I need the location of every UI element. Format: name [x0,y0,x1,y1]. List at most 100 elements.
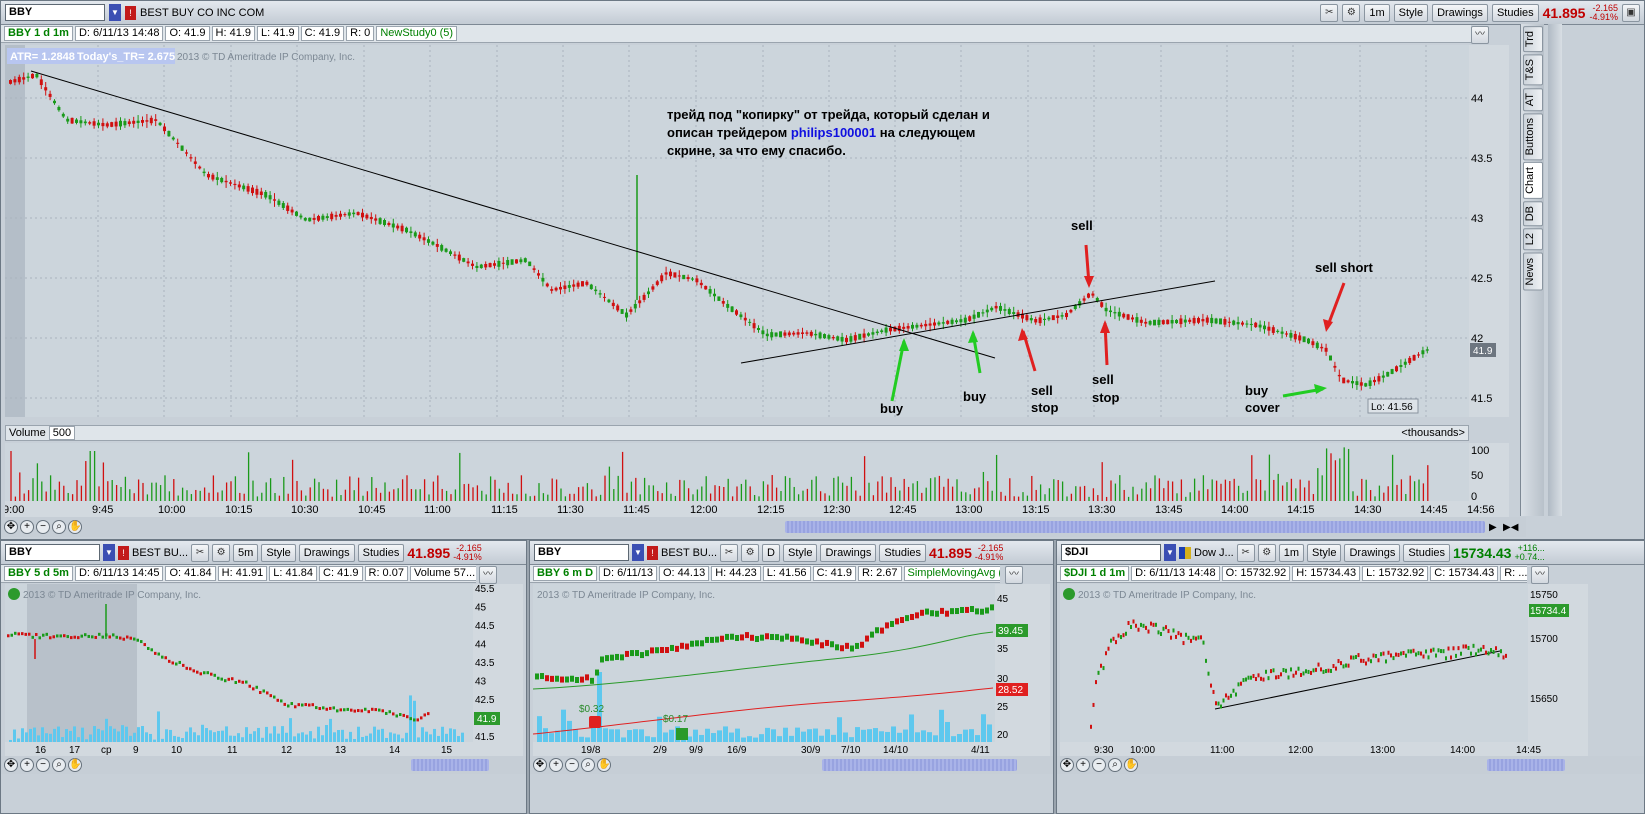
sub2-style-button[interactable]: Style [783,543,818,562]
sub2-pan-icon[interactable]: ✥ [533,758,547,772]
window-menu-icon[interactable]: ▣ [1622,3,1640,22]
sub3-style-button[interactable]: Style [1307,543,1342,562]
sub1-volume-bar [289,718,292,742]
alert-flag-icon[interactable]: ! [125,5,136,20]
candle-body [251,187,254,194]
drawings-button[interactable]: Drawings [1432,3,1488,22]
sub3-zoom-out-icon[interactable]: − [1092,758,1106,772]
study-label[interactable]: NewStudy0 (5) [376,26,458,41]
sub2-zoom-in-icon[interactable]: + [549,758,563,772]
sub3-trendline[interactable] [1214,650,1501,710]
sub3-magnifier-icon[interactable]: ⌕ [1108,758,1122,772]
sub1-drawings-button[interactable]: Drawings [298,543,355,562]
candle-body [66,118,70,122]
sub1-zoom-in-icon[interactable]: + [20,758,34,772]
sidebar-tab-db[interactable]: DB [1523,200,1543,227]
sub1-tools-icon[interactable]: ✂ [191,543,210,562]
timeframe-button[interactable]: 1m [1364,3,1390,22]
studies-button[interactable]: Studies [1491,3,1539,22]
sub1-symbol-input[interactable]: BBY [5,544,100,561]
hand-icon[interactable]: ✋ [68,520,82,534]
sidebar-tab-at[interactable]: AT [1523,87,1543,111]
sub2-studies-button[interactable]: Studies [879,543,927,562]
sub3-zoom-in-icon[interactable]: + [1076,758,1090,772]
sub2-flag-icon[interactable]: ! [647,545,658,560]
sub1-flag-icon[interactable]: ! [118,545,129,560]
sidebar-scroll[interactable] [1548,24,1562,516]
sub3-scrollbar-thumb[interactable] [1487,759,1565,771]
sub3-candle [1175,634,1177,639]
sub1-timeframe-button[interactable]: 5m [233,543,259,562]
magnifier-icon[interactable]: ⌕ [52,520,66,534]
sub3-timeframe-button[interactable]: 1m [1278,543,1305,562]
zoom-in-icon[interactable]: + [20,520,34,534]
sub1-pan-icon[interactable]: ✥ [4,758,18,772]
sub1-candle [87,634,90,638]
sub3-candle [1320,667,1322,672]
sidebar-tab-chart[interactable]: Chart [1523,162,1543,199]
scroll-right-icon[interactable]: ▶ [1489,522,1497,533]
sub3-tools-icon[interactable]: ✂ [1236,543,1255,562]
tools-icon[interactable]: ✂ [1320,3,1339,22]
sub1-style-button[interactable]: Style [261,543,296,562]
sub2-study-label[interactable]: SimpleMovingAvg (... [903,566,1000,581]
sub1-wrench-icon[interactable]: ⚙ [212,543,231,562]
sub3-studies-button[interactable]: Studies [1403,543,1451,562]
sub2-magnifier-icon[interactable]: ⌕ [581,758,595,772]
candle-body [39,79,43,86]
sub3-pan-icon[interactable]: ✥ [1060,758,1074,772]
sub3-drawings-button[interactable]: Drawings [1344,543,1401,562]
sub2-symbol-input[interactable]: BBY [534,544,629,561]
sub3-wrench-icon[interactable]: ⚙ [1257,543,1276,562]
sub2-hand-icon[interactable]: ✋ [597,758,611,772]
sidebar-tab-ts[interactable]: T&S [1523,54,1543,86]
sidebar-tab-buttons[interactable]: Buttons [1523,112,1543,161]
price-chart[interactable]: sell sell short buy buy sell stop sell s… [5,45,1469,417]
sub1-studies-button[interactable]: Studies [357,543,405,562]
sub3-chart-settings-icon[interactable]: 〰 [1531,566,1549,584]
sub1-magnifier-icon[interactable]: ⌕ [52,758,66,772]
sub1-zoom-out-icon[interactable]: − [36,758,50,772]
trendline-up[interactable] [740,280,1216,364]
sub2-zoom-out-icon[interactable]: − [565,758,579,772]
sub3-symbol-input[interactable]: $DJI [1061,544,1161,561]
sub2-drawings-button[interactable]: Drawings [820,543,877,562]
volume-chart[interactable] [5,443,1469,501]
sidebar-tab-trd[interactable]: Trd [1523,26,1543,53]
sub2-candle [750,634,754,641]
sub2-volume-bar [843,732,848,742]
candle-body [682,274,686,280]
pan-icon[interactable]: ✥ [4,520,18,534]
sub2-chart-settings-icon[interactable]: 〰 [1005,566,1023,584]
expand-icon[interactable]: ▶◀ [1503,522,1518,533]
sub1-info-icon[interactable] [8,588,20,600]
sub2-timeframe-button[interactable]: D [762,543,780,562]
sub3-hand-icon[interactable]: ✋ [1124,758,1138,772]
sub2-dropdown-icon[interactable]: ▼ [632,544,644,561]
style-button[interactable]: Style [1393,3,1429,22]
sub2-wrench-icon[interactable]: ⚙ [741,543,760,562]
wrench-icon[interactable]: ⚙ [1342,3,1361,22]
price-axis[interactable]: 44 43.5 43 42.5 42 41.5 41.9 [1469,45,1509,417]
main-scrollbar-thumb[interactable] [785,521,1485,533]
sidebar-tab-news[interactable]: News [1523,252,1543,291]
sub1-scrollbar-thumb[interactable] [411,759,489,771]
sub2-chart[interactable]: 2013 © TD Ameritrade IP Company, Inc. $0… [533,584,995,742]
sub1-dropdown-icon[interactable]: ▼ [103,544,115,561]
annotation-username[interactable]: philips100001 [791,125,876,140]
candle-body [713,293,716,297]
sub1-chart[interactable]: 2013 © TD Ameritrade IP Company, Inc. [5,584,473,742]
sub1-hand-icon[interactable]: ✋ [68,758,82,772]
candle-body [532,268,536,270]
symbol-input[interactable]: BBY [5,4,105,21]
symbol-dropdown-icon[interactable]: ▼ [109,4,121,21]
sub3-chart[interactable]: 2013 © TD Ameritrade IP Company, Inc. [1060,584,1528,742]
sidebar-tab-l2[interactable]: L2 [1523,228,1543,251]
sub2-tools-icon[interactable]: ✂ [720,543,739,562]
sub2-scrollbar-thumb[interactable] [822,759,1017,771]
sub1-chart-settings-icon[interactable]: 〰 [479,566,497,584]
zoom-out-icon[interactable]: − [36,520,50,534]
sub3-dropdown-icon[interactable]: ▼ [1164,544,1176,561]
chart-settings-icon[interactable]: 〰 [1471,26,1489,44]
sub3-info-icon[interactable] [1063,588,1075,600]
